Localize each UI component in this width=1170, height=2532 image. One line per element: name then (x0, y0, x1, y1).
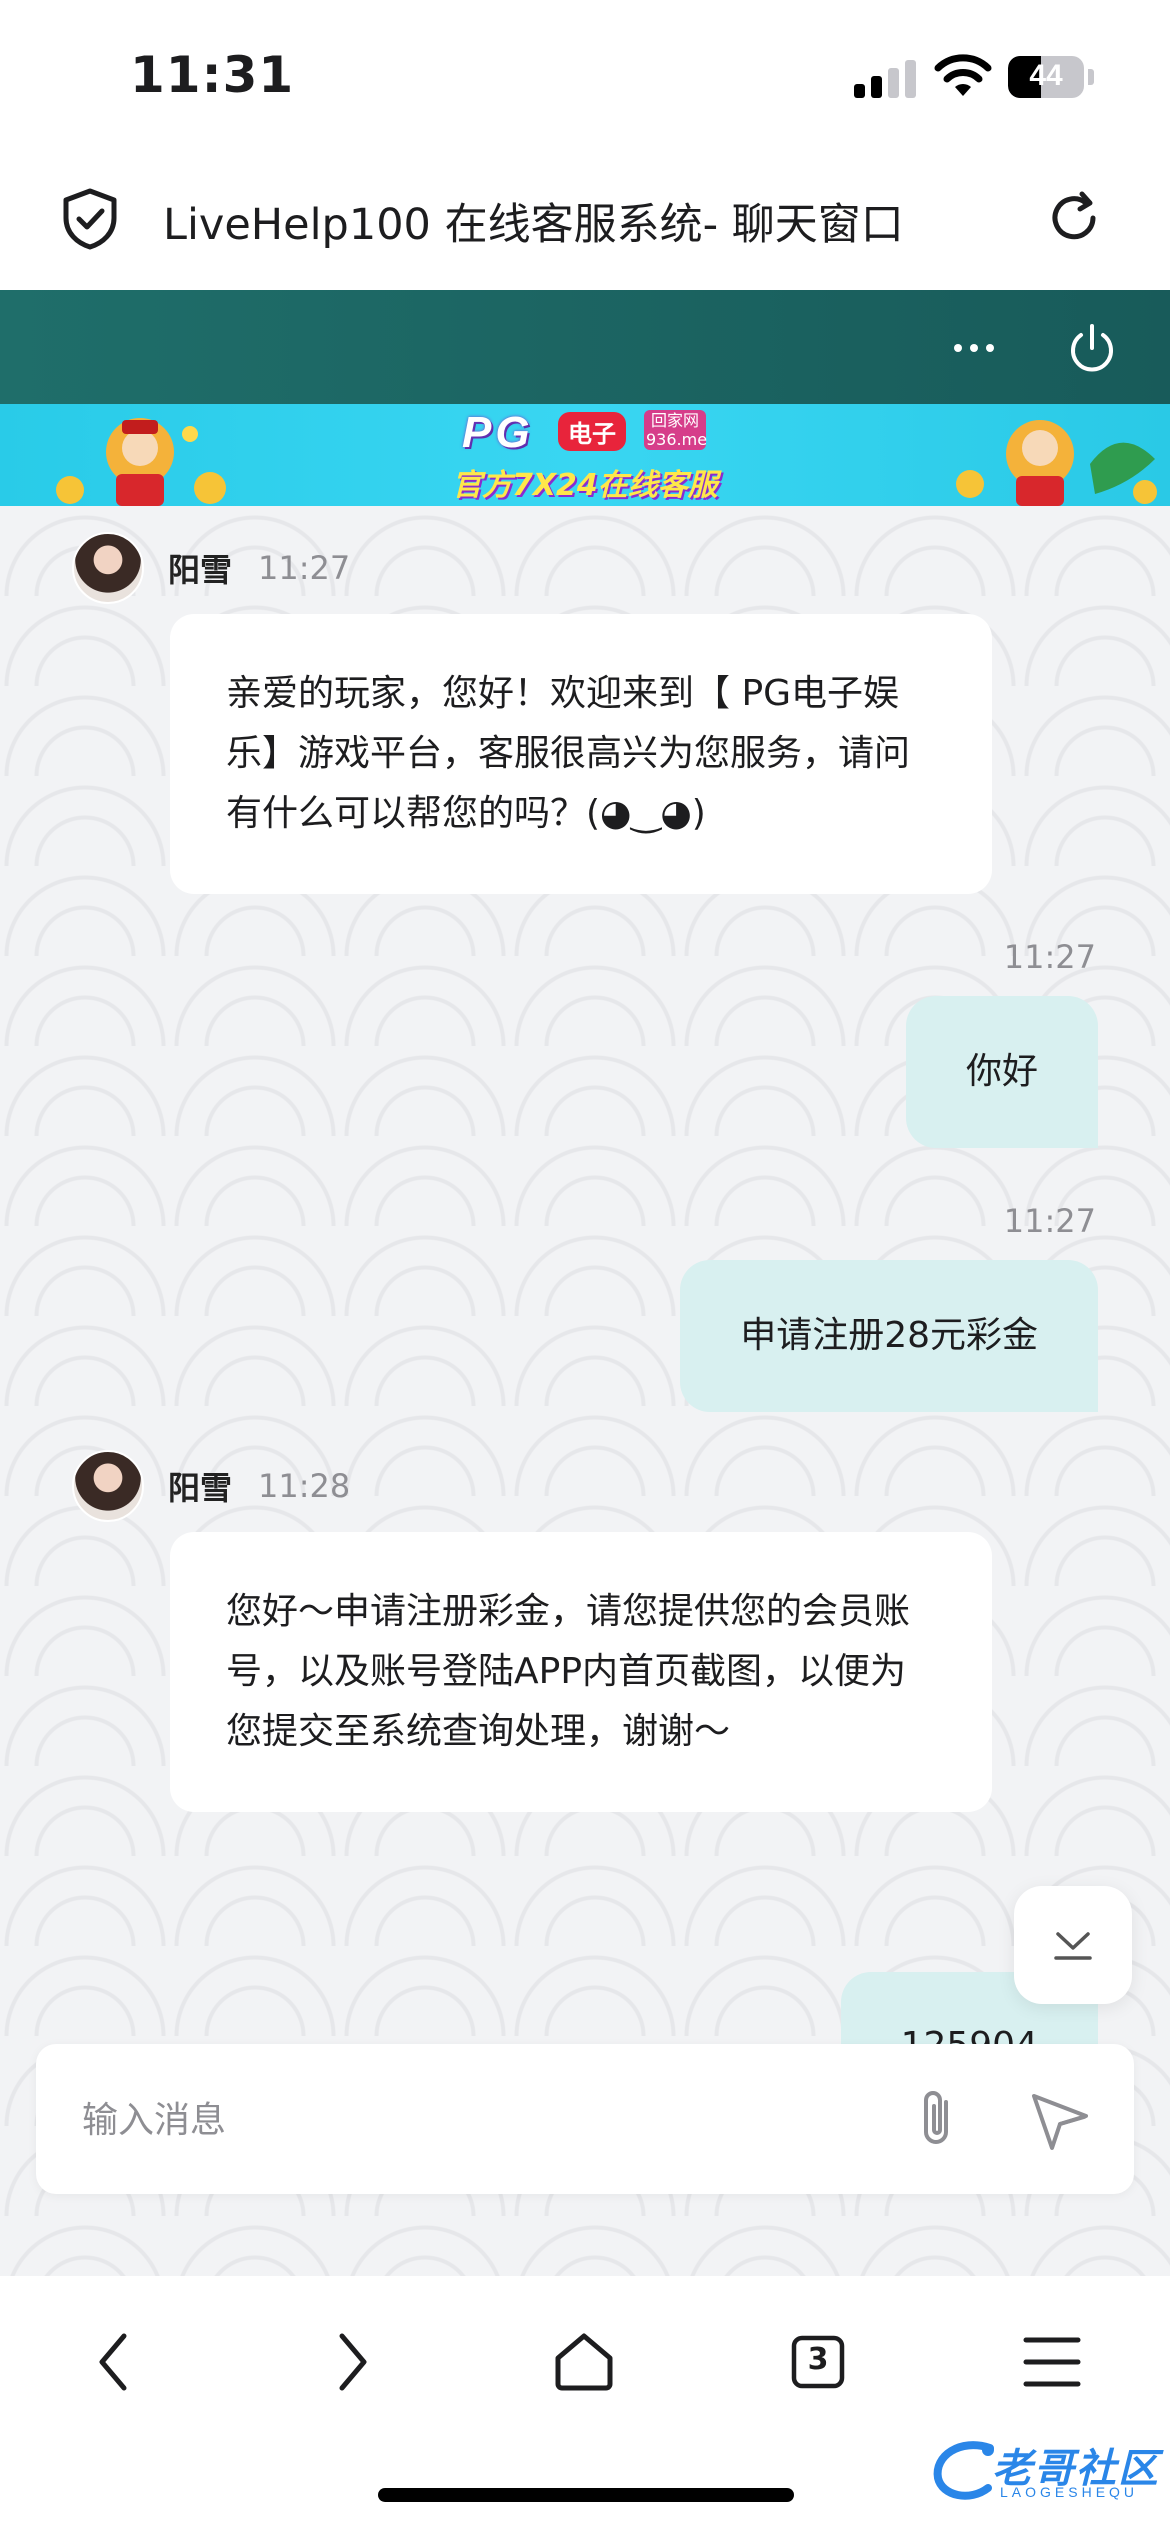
fortune-god-left-icon (56, 418, 226, 506)
forward-icon[interactable] (310, 2322, 390, 2402)
message-time: 11:27 (1003, 938, 1096, 976)
browser-toolbar: 3 老哥社区 LAOGESHEQU (0, 2276, 1170, 2532)
arrow-down-icon (1054, 1932, 1092, 1960)
banner-site-line2: 936.me (646, 430, 708, 449)
home-indicator (378, 2488, 794, 2502)
browser-title-bar: LiveHelp100 在线客服系统- 聊天窗口 (0, 150, 1170, 290)
fortune-god-right-icon (956, 420, 1157, 506)
menu-icon[interactable] (1012, 2322, 1092, 2402)
watermark-subtext: LAOGESHEQU (1000, 2484, 1139, 2500)
agent-avatar (72, 1450, 144, 1522)
agent-avatar (72, 532, 144, 604)
banner-tag: 电子 (558, 412, 626, 451)
status-bar: 11:31 44 (0, 0, 1170, 150)
cellular-signal-icon (854, 58, 916, 98)
tab-count: 3 (807, 2342, 829, 2377)
agent-meta: 阳雪 11:27 (72, 532, 350, 604)
message-time: 11:28 (258, 1467, 351, 1505)
chat-messages[interactable]: 阳雪 11:27 亲爱的玩家，您好！欢迎来到【 PG电子娱乐】游戏平台，客服很高… (0, 506, 1170, 2276)
banner-logo: PG (462, 408, 534, 457)
battery-cap (1088, 69, 1094, 85)
agent-name: 阳雪 (168, 551, 233, 589)
page-title: LiveHelp100 在线客服系统- 聊天窗口 (163, 200, 904, 250)
agent-message-bubble: 亲爱的玩家，您好！欢迎来到【 PG电子娱乐】游戏平台，客服很高兴为您服务，请问有… (170, 614, 992, 894)
paperclip-icon[interactable] (906, 2086, 970, 2154)
scroll-to-bottom-button[interactable] (1014, 1886, 1132, 2004)
status-time: 11:31 (130, 46, 295, 104)
message-time: 11:27 (258, 549, 351, 587)
chat-header (0, 290, 1170, 404)
battery-icon: 44 (1008, 56, 1084, 98)
message-time: 11:27 (1003, 1202, 1096, 1240)
agent-meta: 阳雪 11:28 (72, 1450, 350, 1522)
message-composer (36, 2044, 1134, 2194)
banner-site-line1: 回家网 (650, 411, 699, 430)
user-message-bubble: 申请注册28元彩金 (680, 1260, 1098, 1412)
watermark: 老哥社区 LAOGESHEQU (930, 2436, 1162, 2506)
promo-banner[interactable]: PG 电子 回家网 936.me 官方7X24在线客服 (0, 404, 1170, 506)
shield-check-icon[interactable] (62, 188, 118, 250)
message-input[interactable] (82, 2090, 862, 2150)
more-icon[interactable] (946, 320, 1002, 376)
user-message-bubble: 你好 (905, 996, 1098, 1148)
banner-slogan: 官方7X24在线客服 (452, 468, 718, 503)
back-icon[interactable] (76, 2322, 156, 2402)
wifi-icon (934, 54, 992, 96)
reload-icon[interactable] (1046, 190, 1102, 246)
send-icon[interactable] (1026, 2086, 1094, 2154)
banner-site: 回家网 936.me (644, 410, 708, 450)
agent-message-bubble: 您好～申请注册彩金，请您提供您的会员账号，以及账号登陆APP内首页截图，以便为您… (170, 1532, 992, 1812)
agent-name: 阳雪 (168, 1469, 233, 1507)
tabs-button[interactable]: 3 (778, 2322, 858, 2402)
dragon-logo-icon (933, 2441, 994, 2500)
power-icon[interactable] (1064, 320, 1120, 376)
home-icon[interactable] (544, 2322, 624, 2402)
battery-level: 44 (1029, 59, 1063, 92)
